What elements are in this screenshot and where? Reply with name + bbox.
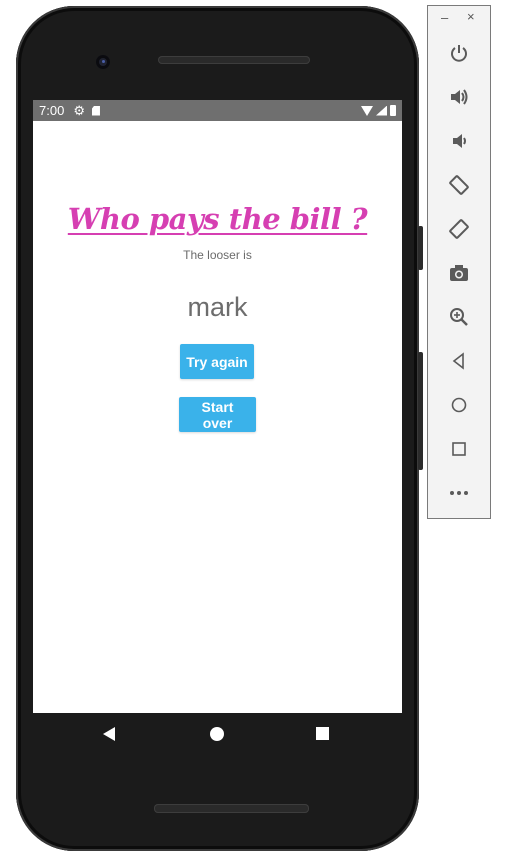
power-side-button[interactable] [418,226,423,270]
subtitle: The looser is [183,248,252,262]
cell-signal-icon [376,105,387,116]
volume-up-icon[interactable] [445,83,473,111]
camera-icon[interactable] [445,259,473,287]
volume-down-icon[interactable] [445,127,473,155]
panel-window-controls: – × [428,6,490,32]
app-content: Who pays the bill ? The looser is mark T… [33,121,402,713]
emulator-side-panel: – × [427,5,491,519]
minimize-icon[interactable]: – [441,10,448,25]
power-icon[interactable] [445,39,473,67]
home-icon[interactable] [210,727,224,741]
more-icon[interactable] [445,479,473,507]
top-speaker [158,56,310,64]
settings-gear-icon: ⚙ [73,102,85,118]
back-nav-icon[interactable] [445,347,473,375]
device-screen: 7:00 ⚙ Who pays the bill ? The looser is… [33,100,402,713]
status-right-icons [361,100,396,121]
rotate-right-icon[interactable] [445,215,473,243]
volume-side-button[interactable] [418,352,423,470]
close-icon[interactable]: × [467,9,475,24]
navigation-bar [33,713,402,757]
rotate-left-icon[interactable] [445,171,473,199]
start-over-button[interactable]: Start over [179,397,256,432]
overview-nav-icon[interactable] [445,435,473,463]
status-bar: 7:00 ⚙ [33,100,402,121]
page-title: Who pays the bill ? [67,202,368,236]
home-nav-icon[interactable] [445,391,473,419]
zoom-icon[interactable] [445,303,473,331]
wifi-icon [361,105,373,116]
sd-card-icon [91,105,100,116]
loser-name: mark [187,292,248,322]
front-camera-icon [96,55,110,69]
battery-icon [390,105,396,116]
back-icon[interactable] [103,727,115,741]
bottom-speaker [154,804,309,813]
status-time: 7:00 [39,103,65,118]
try-again-button[interactable]: Try again [180,344,254,379]
recents-icon[interactable] [316,727,329,740]
